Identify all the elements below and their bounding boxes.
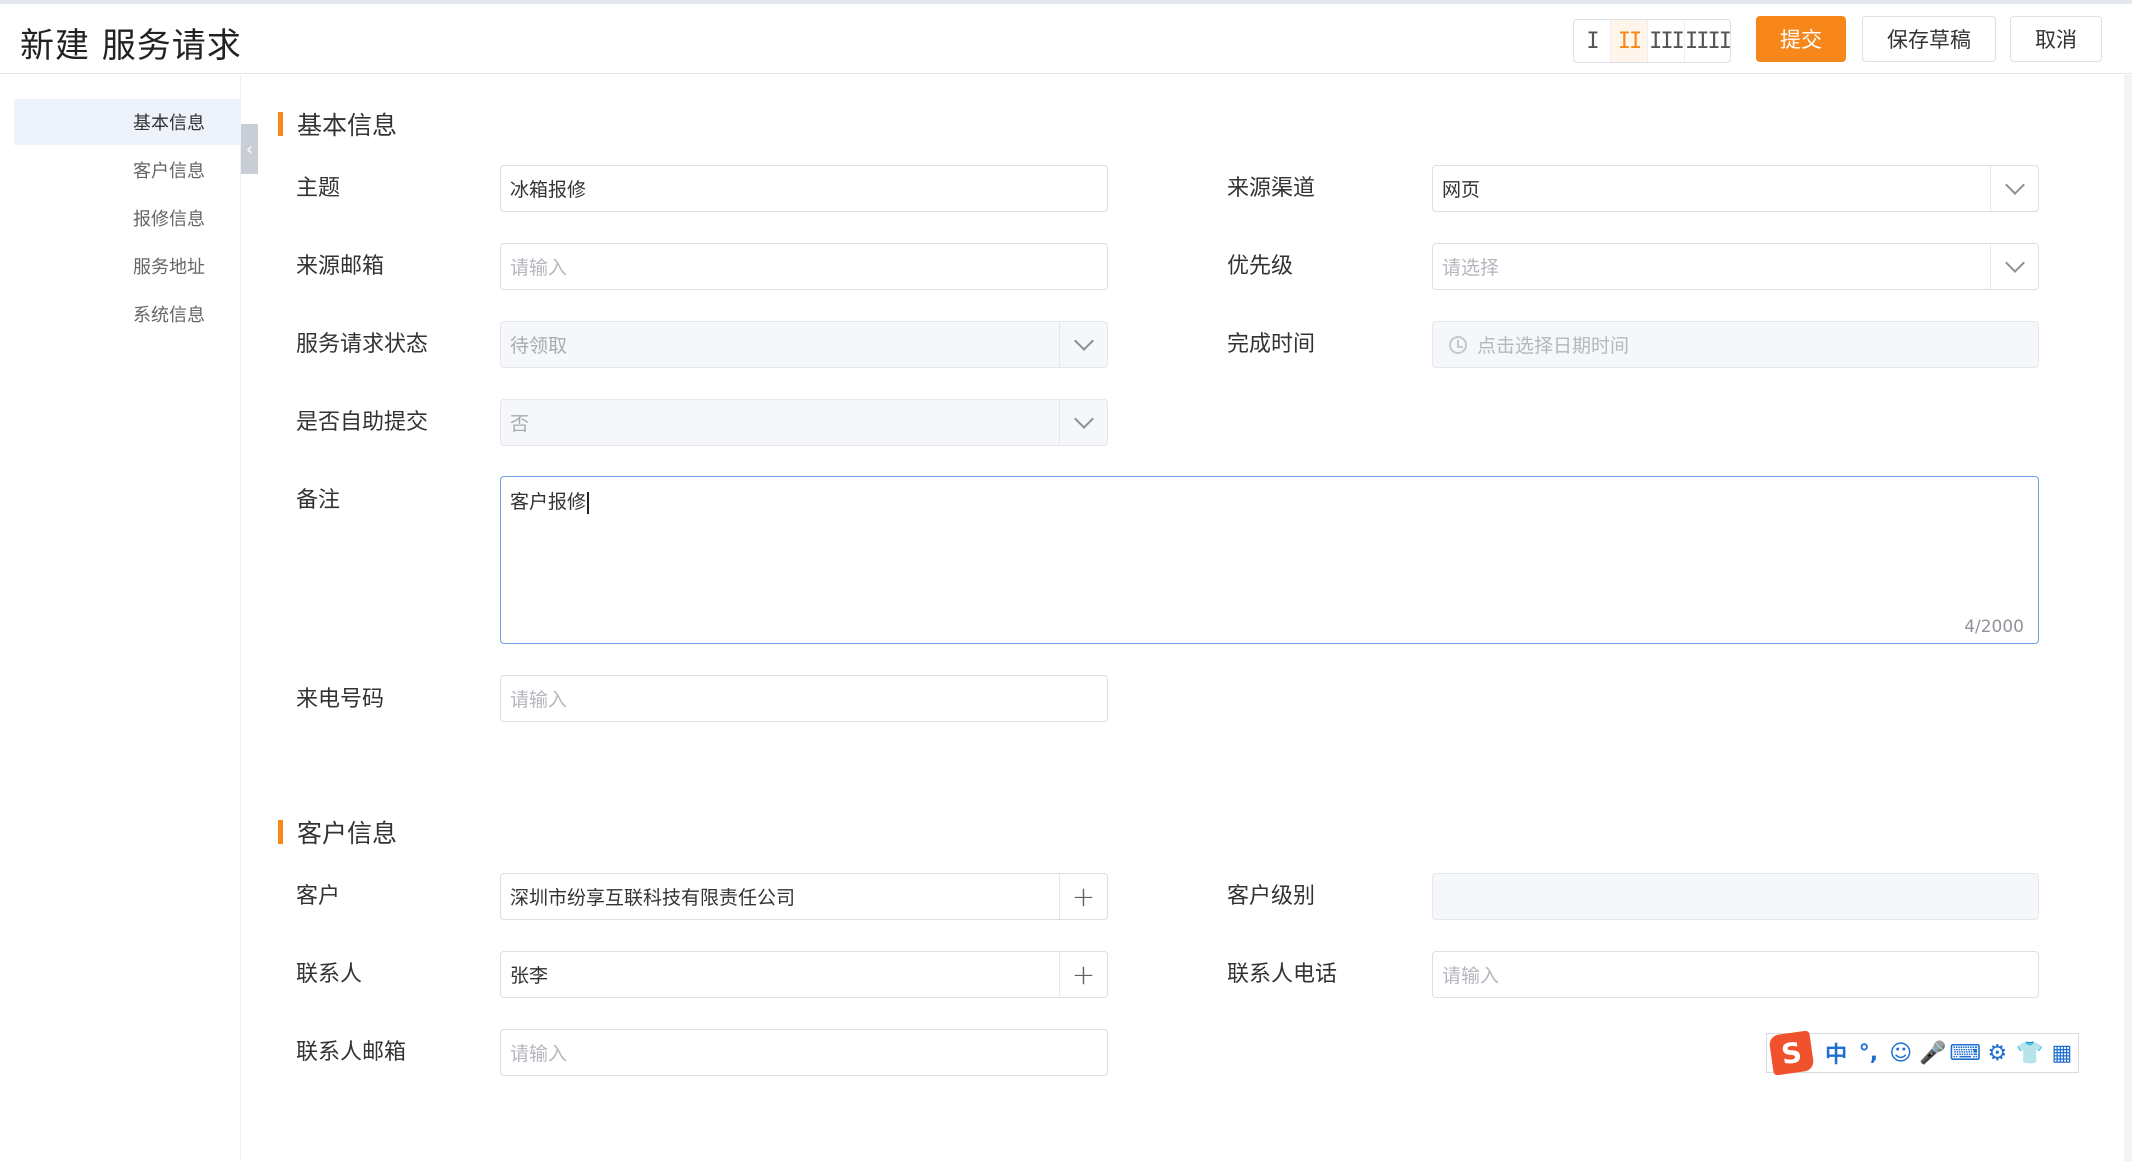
customer-lookup[interactable]: 深圳市纷享互联科技有限责任公司 + bbox=[500, 873, 1108, 920]
email-label: 来源邮箱 bbox=[296, 254, 385, 279]
contact-email-placeholder: 请输入 bbox=[510, 1043, 568, 1065]
chevron-down-icon bbox=[1073, 330, 1094, 351]
contact-email-input[interactable]: 请输入 bbox=[500, 1029, 1108, 1076]
nav-item-service-address[interactable]: 服务地址 bbox=[14, 243, 241, 289]
channel-value: 网页 bbox=[1442, 179, 1481, 201]
layout-3-column-button[interactable]: III bbox=[1648, 20, 1685, 62]
priority-select[interactable]: 请选择 bbox=[1432, 243, 2039, 290]
priority-label: 优先级 bbox=[1227, 254, 1294, 279]
text-cursor bbox=[587, 491, 590, 514]
layout-column-switcher: I II III IIII bbox=[1573, 19, 1731, 63]
section-accent-bar bbox=[278, 112, 283, 136]
status-value: 待领取 bbox=[510, 335, 568, 357]
page-title: 新建 服务请求 bbox=[20, 26, 242, 66]
clock-icon bbox=[1449, 335, 1467, 354]
subject-input[interactable]: 冰箱报修 bbox=[500, 165, 1108, 212]
contact-email-label: 联系人邮箱 bbox=[296, 1040, 407, 1065]
add-customer-button[interactable]: + bbox=[1059, 874, 1107, 919]
self-submit-value: 否 bbox=[510, 413, 530, 435]
layout-4-column-button[interactable]: IIII bbox=[1685, 20, 1730, 62]
nav-item-system-info[interactable]: 系统信息 bbox=[14, 291, 241, 337]
nav-item-basic-info[interactable]: 基本信息 bbox=[14, 99, 241, 145]
section-nav: 基本信息 客户信息 报修信息 服务地址 系统信息 bbox=[0, 75, 241, 1161]
finish-time-label: 完成时间 bbox=[1227, 332, 1316, 357]
section-title: 客户信息 bbox=[297, 819, 398, 848]
channel-dropdown-toggle[interactable] bbox=[1990, 166, 2038, 211]
nav-item-repair-info[interactable]: 报修信息 bbox=[14, 195, 241, 241]
add-contact-button[interactable]: + bbox=[1059, 952, 1107, 997]
remark-textarea[interactable]: 客户报修 4/2000 bbox=[500, 476, 2039, 644]
nav-item-customer-info[interactable]: 客户信息 bbox=[14, 147, 241, 193]
contact-phone-label: 联系人电话 bbox=[1227, 962, 1338, 987]
ime-emoji-icon[interactable]: ☺ bbox=[1885, 1041, 1917, 1066]
channel-select[interactable]: 网页 bbox=[1432, 165, 2039, 212]
sogou-logo-icon[interactable]: S bbox=[1768, 1030, 1815, 1076]
subject-value: 冰箱报修 bbox=[510, 179, 587, 201]
self-submit-select: 否 bbox=[500, 399, 1108, 446]
finish-time-picker: 点击选择日期时间 bbox=[1432, 321, 2039, 368]
ime-menu-grid-icon[interactable]: ▦ bbox=[2046, 1041, 2078, 1066]
section-basic-info: 基本信息 bbox=[278, 106, 397, 142]
chevron-down-icon bbox=[2004, 252, 2025, 273]
collapse-sidebar-button[interactable]: ‹ bbox=[241, 124, 258, 174]
section-customer-info: 客户信息 bbox=[278, 814, 397, 850]
status-dropdown-toggle bbox=[1059, 322, 1107, 367]
plus-icon: + bbox=[1071, 957, 1096, 991]
ime-keyboard-icon[interactable]: ⌨ bbox=[1949, 1041, 1981, 1066]
contact-lookup[interactable]: 张李 + bbox=[500, 951, 1108, 998]
chevron-down-icon bbox=[1073, 408, 1094, 429]
chevron-left-icon: ‹ bbox=[245, 138, 254, 160]
layout-1-column-button[interactable]: I bbox=[1574, 20, 1611, 62]
ime-toolbar: S 中 °, ☺ 🎤 ⌨ ⚙ 👕 ▦ bbox=[1766, 1030, 2079, 1076]
channel-label: 来源渠道 bbox=[1227, 176, 1316, 201]
contact-phone-placeholder: 请输入 bbox=[1442, 965, 1500, 987]
cancel-button[interactable]: 取消 bbox=[2010, 16, 2102, 62]
email-placeholder: 请输入 bbox=[510, 257, 568, 279]
phone-input[interactable]: 请输入 bbox=[500, 675, 1108, 722]
self-submit-dropdown-toggle bbox=[1059, 400, 1107, 445]
customer-value: 深圳市纷享互联科技有限责任公司 bbox=[510, 887, 796, 909]
customer-level-label: 客户级别 bbox=[1227, 884, 1316, 909]
self-submit-label: 是否自助提交 bbox=[296, 410, 429, 435]
save-draft-button[interactable]: 保存草稿 bbox=[1862, 16, 1996, 62]
priority-dropdown-toggle[interactable] bbox=[1990, 244, 2038, 289]
ime-chinese-mode-button[interactable]: 中 bbox=[1820, 1037, 1852, 1069]
ime-punctuation-button[interactable]: °, bbox=[1852, 1041, 1884, 1066]
section-accent-bar bbox=[278, 820, 283, 844]
remark-label: 备注 bbox=[296, 488, 341, 513]
ime-skin-icon[interactable]: 👕 bbox=[2014, 1041, 2046, 1066]
ime-microphone-icon[interactable]: 🎤 bbox=[1917, 1041, 1949, 1066]
customer-level-field bbox=[1432, 873, 2039, 920]
page-header: 新建 服务请求 I II III IIII 提交 保存草稿 取消 bbox=[0, 4, 2132, 74]
subject-label: 主题 bbox=[296, 176, 341, 201]
chevron-down-icon bbox=[2004, 174, 2025, 195]
finish-time-placeholder: 点击选择日期时间 bbox=[1477, 335, 1630, 357]
contact-phone-input[interactable]: 请输入 bbox=[1432, 951, 2039, 998]
customer-label: 客户 bbox=[296, 884, 341, 909]
section-title: 基本信息 bbox=[297, 111, 398, 140]
plus-icon: + bbox=[1071, 879, 1096, 913]
priority-placeholder: 请选择 bbox=[1442, 257, 1500, 279]
ime-tools-icon[interactable]: ⚙ bbox=[1981, 1041, 2013, 1066]
layout-2-column-button[interactable]: II bbox=[1611, 20, 1648, 62]
phone-placeholder: 请输入 bbox=[510, 689, 568, 711]
remark-value: 客户报修 bbox=[510, 491, 587, 513]
phone-label: 来电号码 bbox=[296, 687, 385, 712]
scrollbar[interactable] bbox=[2124, 75, 2132, 1161]
status-label: 服务请求状态 bbox=[296, 332, 429, 357]
contact-value: 张李 bbox=[510, 965, 549, 987]
email-input[interactable]: 请输入 bbox=[500, 243, 1108, 290]
contact-label: 联系人 bbox=[296, 962, 363, 987]
status-select: 待领取 bbox=[500, 321, 1108, 368]
submit-button[interactable]: 提交 bbox=[1756, 16, 1846, 62]
remark-char-counter: 4/2000 bbox=[1964, 617, 2024, 637]
